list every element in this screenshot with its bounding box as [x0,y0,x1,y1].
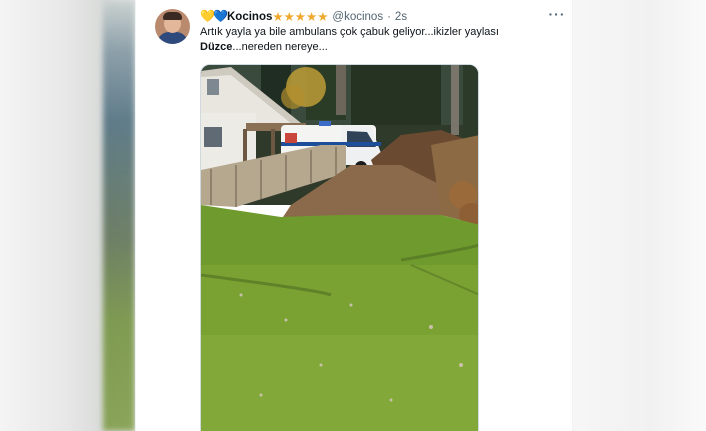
tweet-timestamp[interactable]: 2s [395,11,407,23]
blue-heart-icon: 💙 [213,9,228,23]
avatar[interactable] [155,9,190,44]
user-handle[interactable]: @kocinos [332,11,383,23]
blurred-background-strip [103,0,135,431]
star-rating-icon: ★★★★★ [272,10,329,24]
blurred-background-right [566,0,706,431]
tweet-photo[interactable] [200,64,479,431]
tweet-text-line-2-rest: ...nereden nereye... [232,41,328,53]
screenshot-stage: 💛 💙 Kocinos ★★★★★ @kocinos · 2s ··· Artı… [0,0,706,431]
avatar-hair [163,12,182,20]
avatar-shirt [157,32,188,44]
separator-dot: · [387,10,391,23]
yellow-heart-icon: 💛 [200,9,215,23]
tweet-card[interactable]: 💛 💙 Kocinos ★★★★★ @kocinos · 2s ··· Artı… [135,0,573,431]
display-name[interactable]: Kocinos [227,11,272,23]
tweet-text: Artık yayla ya bile ambulans çok çabuk g… [200,25,560,55]
photo-scene [201,65,478,431]
more-options-icon[interactable]: ··· [548,7,566,23]
tweet-header: 💛 💙 Kocinos ★★★★★ @kocinos · 2s [200,8,407,25]
tweet-text-line-1: Artık yayla ya bile ambulans çok çabuk g… [200,26,499,38]
tweet-text-place: Düzce [200,41,233,53]
tweet-text-line-2: Düzce...nereden nereye... [200,40,560,55]
